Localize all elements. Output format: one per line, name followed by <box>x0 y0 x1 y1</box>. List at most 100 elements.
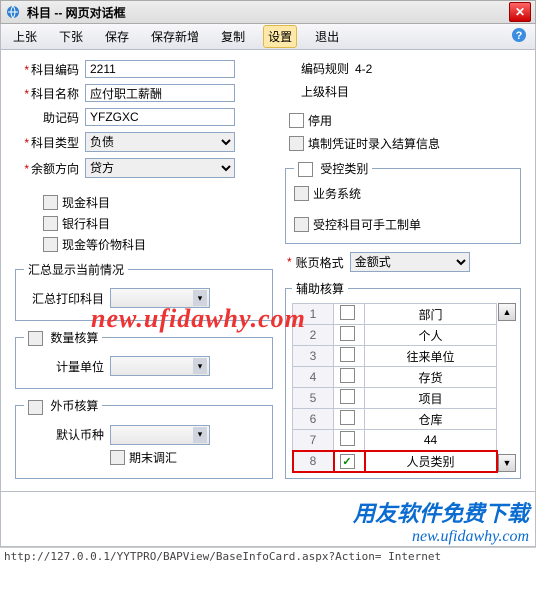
aux-row-checkbox[interactable] <box>340 368 355 383</box>
help-icon[interactable]: ? <box>511 27 527 46</box>
casheq-checkbox[interactable] <box>43 237 58 252</box>
row-index: 8 <box>293 451 334 472</box>
row-index: 2 <box>293 325 334 346</box>
fill-label: 填制凭证时录入结算信息 <box>308 135 440 152</box>
bottom-wm-line1: 用友软件免费下载 <box>1 496 529 528</box>
balance-select[interactable]: 贷方 <box>85 158 235 178</box>
casheq-label: 现金等价物科目 <box>62 236 146 253</box>
aux-row-name: 往来单位 <box>365 346 497 367</box>
controlled-group: 受控类别 业务系统 受控科目可手工制单 <box>285 160 521 244</box>
name-label: 科目名称 <box>31 87 79 101</box>
balance-label: 余额方向 <box>31 162 79 176</box>
row-index: 4 <box>293 367 334 388</box>
aux-row-checkbox[interactable] <box>340 389 355 404</box>
disable-label: 停用 <box>308 112 332 129</box>
aux-legend: 辅助核算 <box>292 280 348 297</box>
toolbar: 上张 下张 保存 保存新增 复制 设置 退出 ? <box>0 24 536 50</box>
aux-row-checkbox[interactable] <box>340 326 355 341</box>
table-row: 2个人 <box>293 325 497 346</box>
table-row: 6 仓库 <box>293 409 497 430</box>
code-label: 科目编码 <box>31 63 79 77</box>
qty-checkbox[interactable] <box>28 331 43 346</box>
type-label: 科目类型 <box>31 136 79 150</box>
table-row: 1 部门 <box>293 304 497 325</box>
manual-label: 受控科目可手工制单 <box>313 216 421 233</box>
row-index: 1 <box>293 304 334 325</box>
table-row: 5 项目 <box>293 388 497 409</box>
qty-legend: 数量核算 <box>50 331 98 345</box>
row-index: 3 <box>293 346 334 367</box>
code-input[interactable] <box>85 60 235 78</box>
unit-label: 计量单位 <box>24 358 104 375</box>
aux-row-checkbox[interactable] <box>340 347 355 362</box>
summary-legend: 汇总显示当前情况 <box>24 261 128 278</box>
aux-row-name: 项目 <box>365 388 497 409</box>
aux-row-checkbox[interactable] <box>340 410 355 425</box>
pageformat-select[interactable]: 金额式 <box>350 252 470 272</box>
parent-label: 上级科目 <box>279 83 349 100</box>
next-button[interactable]: 下张 <box>55 26 87 47</box>
disable-checkbox[interactable] <box>289 113 304 128</box>
print-dropdown[interactable]: ▾ <box>110 288 210 308</box>
svg-text:?: ? <box>516 30 523 42</box>
aux-row-checkbox[interactable] <box>340 454 355 469</box>
row-index: 7 <box>293 430 334 451</box>
row-index: 5 <box>293 388 334 409</box>
aux-row-name: 仓库 <box>365 409 497 430</box>
controlled-legend: 受控类别 <box>320 162 368 176</box>
aux-row-name: 存货 <box>365 367 497 388</box>
cash-label: 现金科目 <box>62 194 110 211</box>
table-row: 3 往来单位 <box>293 346 497 367</box>
cash-checkbox[interactable] <box>43 195 58 210</box>
chevron-down-icon: ▾ <box>193 427 207 443</box>
bottom-wm-line2: new.ufidawhy.com <box>1 528 529 546</box>
fx-legend: 外币核算 <box>50 399 98 413</box>
qty-group: 数量核算 计量单位 ▾ <box>15 329 273 389</box>
ie-icon <box>5 4 21 20</box>
save-new-button[interactable]: 保存新增 <box>147 26 203 47</box>
chevron-down-icon: ▾ <box>193 358 207 374</box>
copy-button[interactable]: 复制 <box>217 26 249 47</box>
biz-label: 业务系统 <box>313 185 361 202</box>
title-bar: 科目 -- 网页对话框 ✕ <box>0 0 536 24</box>
row-index: 6 <box>293 409 334 430</box>
currency-dropdown[interactable]: ▾ <box>110 425 210 445</box>
settings-button[interactable]: 设置 <box>263 25 297 48</box>
print-label: 汇总打印科目 <box>24 290 104 307</box>
pageformat-label: 账页格式 <box>296 254 344 271</box>
fill-checkbox[interactable] <box>289 136 304 151</box>
table-row: 7 44 <box>293 430 497 451</box>
currency-label: 默认币种 <box>24 426 104 443</box>
exit-button[interactable]: 退出 <box>311 26 343 47</box>
unit-dropdown[interactable]: ▾ <box>110 356 210 376</box>
aux-row-name: 部门 <box>365 304 497 325</box>
prev-button[interactable]: 上张 <box>9 26 41 47</box>
biz-checkbox[interactable] <box>294 186 309 201</box>
chevron-down-icon: ▾ <box>193 290 207 306</box>
window-title: 科目 -- 网页对话框 <box>27 4 509 21</box>
left-column: *科目编码 *科目名称 助记码 *科目类型 负债 *余额方向 贷方 现金科目 银… <box>9 60 279 487</box>
type-select[interactable]: 负债 <box>85 132 235 152</box>
manual-checkbox[interactable] <box>294 217 309 232</box>
save-button[interactable]: 保存 <box>101 26 133 47</box>
right-column: 编码规则 4-2 上级科目 停用 填制凭证时录入结算信息 受控类别 业务系统 <box>279 60 527 487</box>
bottom-watermark: 用友软件免费下载 new.ufidawhy.com <box>0 492 536 547</box>
scroll-down-button[interactable]: ▼ <box>498 454 516 472</box>
table-row: 4 存货 <box>293 367 497 388</box>
aux-row-checkbox[interactable] <box>340 431 355 446</box>
scroll-up-button[interactable]: ▲ <box>498 303 516 321</box>
close-button[interactable]: ✕ <box>509 2 531 22</box>
bank-checkbox[interactable] <box>43 216 58 231</box>
aux-row-name: 人员类别 <box>365 451 497 472</box>
endadj-label: 期末调汇 <box>129 449 177 466</box>
aux-row-name: 44 <box>365 430 497 451</box>
aux-row-checkbox[interactable] <box>340 305 355 320</box>
fx-checkbox[interactable] <box>28 400 43 415</box>
summary-group: 汇总显示当前情况 汇总打印科目 ▾ <box>15 261 273 321</box>
status-bar: http://127.0.0.1/YYTPRO/BAPView/BaseInfo… <box>0 547 536 565</box>
fx-group: 外币核算 默认币种 ▾ 期末调汇 <box>15 397 273 478</box>
name-input[interactable] <box>85 84 235 102</box>
controlled-checkbox[interactable] <box>298 162 313 177</box>
mnemonic-input[interactable] <box>85 108 235 126</box>
endadj-checkbox[interactable] <box>110 450 125 465</box>
